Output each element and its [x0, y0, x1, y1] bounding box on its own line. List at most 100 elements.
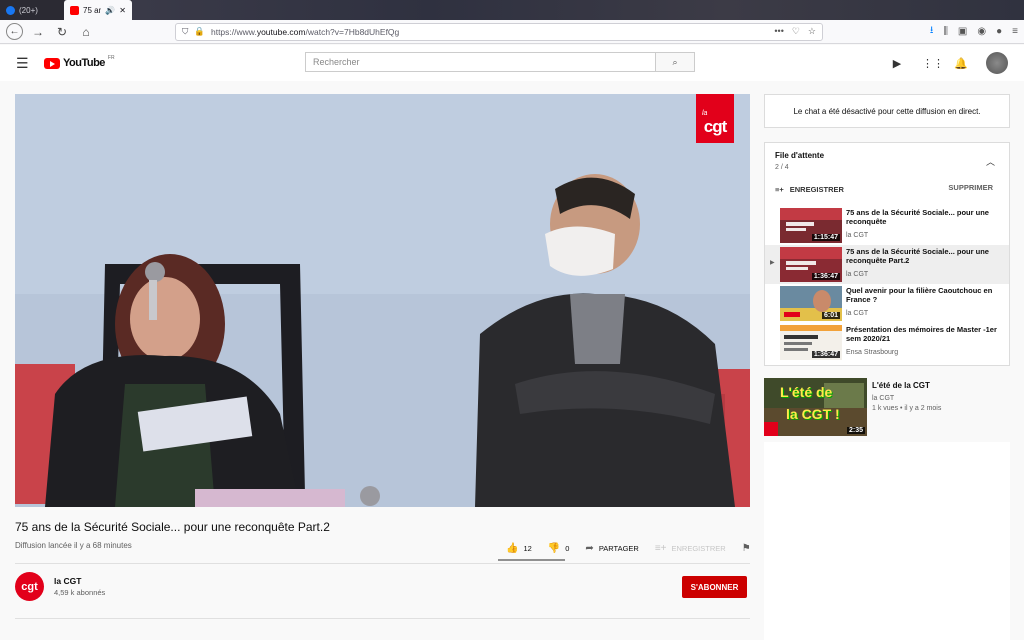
- extension2-icon[interactable]: ●: [996, 26, 1002, 37]
- tab-youtube[interactable]: 75 ans 🔊 ✕: [64, 0, 132, 20]
- queue-item-channel: la CGT: [846, 310, 869, 317]
- save-button[interactable]: ≡+ ENREGISTRER: [647, 537, 734, 559]
- search-input[interactable]: Rechercher: [305, 52, 655, 72]
- video-duration: 6:01: [821, 312, 840, 319]
- dislike-count: 0: [565, 543, 570, 553]
- extension-icon[interactable]: ◉: [977, 26, 986, 37]
- queue-item-title: 75 ans de la Sécurité Sociale... pour un…: [846, 247, 989, 265]
- logo-text: YouTube: [63, 57, 105, 69]
- video-duration: 1:36:47: [811, 351, 840, 358]
- other-tabs: [132, 0, 1024, 20]
- reload-button[interactable]: ↻: [53, 23, 71, 41]
- video-duration: 2:35: [846, 427, 865, 434]
- queue-panel: File d'attente 2 / 4 ︿ ≡+ ENREGISTRER SU…: [764, 142, 1010, 366]
- close-icon[interactable]: ✕: [119, 6, 126, 15]
- forward-button[interactable]: →: [29, 23, 47, 41]
- divider: [15, 563, 750, 564]
- queue-item-title: Quel avenir pour la filière Caoutchouc e…: [846, 286, 993, 304]
- thumbnail-caption-line1: L'été de: [780, 384, 833, 400]
- video-actions: 👍 12 👎 0 ➦ PARTAGER ≡+ ENREGISTRER ⚑: [498, 537, 759, 559]
- lock-icon[interactable]: 🔒: [194, 26, 205, 37]
- subscribe-button[interactable]: S'ABONNER: [682, 576, 747, 598]
- tab-label: 75 ans: [83, 5, 102, 15]
- library-icon[interactable]: ⫼: [943, 26, 948, 37]
- share-icon: ➦: [585, 542, 594, 554]
- playlist-add-icon: ≡+: [775, 185, 784, 194]
- video-thumbnail: L'été de la CGT ! 2:35: [764, 378, 867, 436]
- queue-item-channel: la CGT: [846, 232, 869, 239]
- queue-item-title: 75 ans de la Sécurité Sociale... pour un…: [846, 208, 989, 226]
- bookmark-star-icon[interactable]: ☆: [808, 26, 816, 37]
- dislike-button[interactable]: 👎 0: [540, 537, 578, 559]
- share-button[interactable]: ➦ PARTAGER: [577, 537, 646, 559]
- video-player[interactable]: la cgt: [15, 94, 750, 507]
- video-thumbnail: 6:01: [780, 286, 842, 321]
- sidebar-icon[interactable]: ▣: [958, 26, 967, 37]
- download-icon[interactable]: ⭳: [930, 23, 934, 40]
- chat-disabled-notice: Le chat a été désactivé pour cette diffu…: [764, 94, 1010, 128]
- queue-item-current[interactable]: ▶ 1:36:47 75 ans de la Sécurité Sociale.…: [765, 245, 1009, 284]
- queue-item-channel: la CGT: [846, 271, 869, 278]
- queue-title: File d'attente: [775, 151, 825, 160]
- shield-icon[interactable]: ⛉: [182, 26, 188, 37]
- youtube-play-icon: [44, 57, 60, 69]
- user-avatar[interactable]: [986, 52, 1008, 74]
- channel-subscribers: 4,59 k abonnés: [54, 588, 106, 597]
- youtube-header: ☰ YouTube FR Rechercher ⌕ ▶ ⋮⋮ 🔔: [0, 45, 1024, 81]
- tab-label: (20+): [19, 5, 38, 15]
- now-playing-icon: ▶: [770, 260, 775, 266]
- like-button[interactable]: 👍 12: [498, 537, 540, 559]
- tab-facebook[interactable]: (20+): [0, 0, 64, 20]
- country-code: FR: [107, 55, 115, 61]
- recommended-views: 1 k vues • il y a 2 mois: [872, 405, 942, 412]
- save-label: ENREGISTRER: [671, 543, 726, 553]
- channel-name[interactable]: la CGT: [54, 576, 81, 586]
- queue-item[interactable]: 6:01 Quel avenir pour la filière Caoutch…: [765, 284, 1009, 323]
- report-button[interactable]: ⚑: [734, 537, 759, 559]
- back-button[interactable]: ←: [6, 23, 23, 40]
- thumbs-up-icon: 👍: [506, 542, 519, 554]
- pocket-icon[interactable]: ♡: [792, 26, 800, 37]
- thumbs-down-icon: 👎: [547, 542, 561, 554]
- queue-count: 2 / 4: [775, 164, 789, 171]
- badge-cgt-text: cgt: [703, 117, 727, 136]
- search-button[interactable]: ⌕: [655, 52, 695, 72]
- notifications-bell-icon[interactable]: 🔔: [954, 57, 968, 70]
- create-video-icon[interactable]: ▶: [890, 57, 904, 70]
- menu-icon[interactable]: ≡: [1012, 26, 1018, 37]
- queue-save-button[interactable]: ≡+ ENREGISTRER: [775, 185, 844, 194]
- facebook-icon: [6, 5, 15, 15]
- recommended-channel: la CGT: [872, 395, 895, 402]
- speaker-icon[interactable]: 🔊: [105, 6, 115, 15]
- channel-avatar[interactable]: cgt: [15, 572, 44, 601]
- divider: [15, 618, 750, 619]
- queue-remove-button[interactable]: SUPPRIMER: [948, 183, 993, 192]
- recommended-title: L'été de la CGT: [872, 381, 930, 390]
- sidebar-empty-area: [764, 442, 1010, 640]
- video-duration: 1:36:47: [811, 273, 840, 280]
- flag-icon: ⚑: [741, 542, 751, 554]
- chevron-up-icon[interactable]: ︿: [986, 155, 995, 168]
- apps-grid-icon[interactable]: ⋮⋮: [922, 57, 944, 70]
- video-thumbnail: 1:15:47: [780, 208, 842, 243]
- like-ratio-bar: [498, 559, 565, 561]
- queue-item[interactable]: 1:15:47 75 ans de la Sécurité Sociale...…: [765, 206, 1009, 245]
- url-text: https://www.youtube.com/watch?v=7Hb8dUhE…: [210, 26, 400, 37]
- video-meta: Diffusion lancée il y a 68 minutes: [15, 541, 132, 550]
- home-button[interactable]: ⌂: [77, 23, 95, 41]
- queue-item[interactable]: 1:36:47 Présentation des mémoires de Mas…: [765, 323, 1009, 362]
- video-duration: 1:15:47: [811, 234, 840, 241]
- thumbnail-caption-line2: la CGT !: [786, 406, 840, 422]
- queue-item-title: Présentation des mémoires de Master -1er…: [846, 325, 997, 343]
- search-icon: ⌕: [672, 56, 678, 67]
- recommended-video[interactable]: L'été de la CGT ! 2:35 L'été de la CGT l…: [764, 378, 1010, 438]
- url-bar[interactable]: ⛉ 🔒 https://www.youtube.com/watch?v=7Hb8…: [175, 22, 823, 41]
- youtube-logo[interactable]: YouTube FR: [44, 55, 115, 69]
- queue-item-channel: Ensa Strasbourg: [846, 349, 899, 356]
- cgt-logo-badge: la cgt: [696, 94, 734, 143]
- queue-save-label: ENREGISTRER: [789, 185, 844, 194]
- hamburger-menu-icon[interactable]: ☰: [16, 55, 40, 72]
- video-title: 75 ans de la Sécurité Sociale... pour un…: [15, 520, 330, 534]
- youtube-icon: [70, 5, 79, 15]
- more-icon[interactable]: •••: [774, 26, 783, 37]
